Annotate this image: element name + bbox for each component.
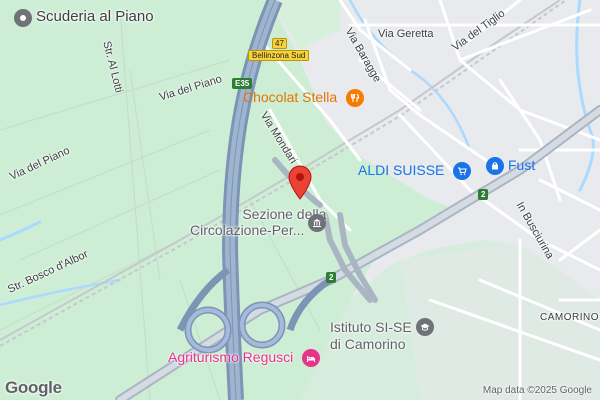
sezione-label-2: Circolazione-Per... xyxy=(190,222,305,239)
bed-icon xyxy=(301,349,320,367)
map-attribution: Map data ©2025 Google xyxy=(482,385,592,396)
istituto-poi[interactable]: Istituto SI-SE di Camorino xyxy=(330,318,434,352)
istituto-label-2: di Camorino xyxy=(330,336,406,352)
street-via-geretta: Via Geretta xyxy=(378,28,434,40)
shopping-cart-icon xyxy=(452,162,471,180)
chocolat-label: Chocolat Stella xyxy=(243,89,338,106)
agriturismo-label: Agriturismo Regusci xyxy=(168,349,294,366)
place-icon xyxy=(14,8,32,27)
sezione-label-1: Sezione della xyxy=(242,206,327,222)
e35-shield: E35 xyxy=(232,78,253,89)
route2-shield-a: 2 xyxy=(478,189,489,200)
government-icon xyxy=(308,214,327,233)
exit-number-shield: 47 xyxy=(272,38,287,49)
aldi-poi[interactable]: ALDI SUISSE xyxy=(358,162,471,181)
route2-shield-b: 2 xyxy=(326,272,337,283)
scuderia-label: Scuderia al Piano xyxy=(36,8,154,25)
google-logo[interactable]: Google xyxy=(5,378,62,398)
agriturismo-poi[interactable]: Agriturismo Regusci xyxy=(168,349,320,368)
map-pin-icon[interactable] xyxy=(287,164,313,200)
shopping-bag-icon xyxy=(486,157,504,175)
sezione-poi[interactable]: Sezione della Circolazione-Per... xyxy=(190,206,327,239)
locality-camorino: CAMORINO xyxy=(540,312,599,323)
scuderia-poi[interactable]: Scuderia al Piano xyxy=(14,8,154,27)
restaurant-icon xyxy=(345,89,364,107)
fust-label: Fust xyxy=(508,157,536,174)
istituto-label-1: Istituto SI-SE xyxy=(330,318,412,335)
map-view[interactable]: Scuderia al Piano Str. Al Lotti Via del … xyxy=(0,0,600,400)
aldi-label: ALDI SUISSE xyxy=(358,162,445,179)
school-icon xyxy=(415,318,434,336)
exit-name-shield: Bellinzona Sud xyxy=(248,50,310,61)
fust-poi[interactable]: Fust xyxy=(486,157,535,176)
chocolat-poi[interactable]: Chocolat Stella xyxy=(243,89,364,108)
